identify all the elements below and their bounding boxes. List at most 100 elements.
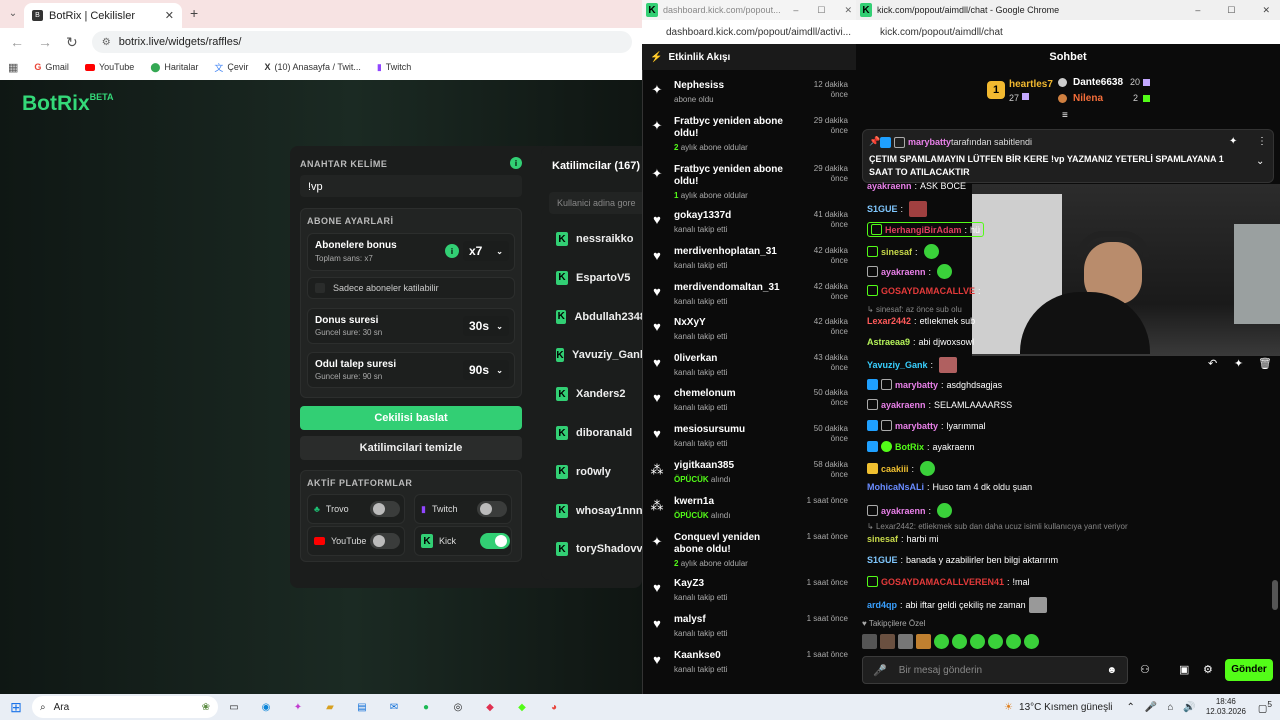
chat-message[interactable]: sinesaf: harbi mi: [867, 534, 939, 544]
mail-icon[interactable]: ✉: [383, 696, 405, 718]
minimize-icon[interactable]: –: [793, 5, 798, 15]
chevron-down-icon[interactable]: ⌄: [1256, 156, 1264, 167]
forward-icon[interactable]: →: [38, 34, 52, 50]
chat-address[interactable]: kick.com/popout/aimdll/chat: [856, 20, 1280, 44]
chat-message[interactable]: ayakraenn:: [867, 264, 953, 279]
activity-event[interactable]: ♥ NxXyY kanalı takip etti 42 dakika önce: [650, 317, 848, 341]
chat-username[interactable]: MohicaNsALi: [867, 482, 924, 492]
site-info-icon[interactable]: ⚙: [102, 37, 111, 48]
app-red-icon[interactable]: ◆: [479, 696, 501, 718]
emoji-icon[interactable]: ☻: [1106, 665, 1117, 676]
store-icon[interactable]: ▣: [1179, 663, 1189, 676]
pin-message-icon[interactable]: ✦: [1234, 357, 1243, 370]
tab-botrix[interactable]: B BotRix | Cekilisler ✕: [24, 3, 182, 28]
chat-message[interactable]: marybatty: lyarımmal: [867, 420, 986, 431]
volume-icon[interactable]: 🔊: [1183, 702, 1195, 713]
chat-scrollbar[interactable]: [1272, 580, 1278, 610]
chat-username[interactable]: BotRix: [895, 442, 924, 452]
back-icon[interactable]: ←: [10, 34, 24, 50]
top-user-2[interactable]: Dante6638: [1073, 77, 1123, 88]
maximize-icon[interactable]: ☐: [1227, 5, 1235, 16]
subs-only-checkbox[interactable]: [315, 283, 325, 293]
chat-username[interactable]: sinesaf: [867, 534, 898, 544]
microphone-icon[interactable]: 🎤: [873, 664, 887, 677]
activity-event[interactable]: ♥ mesiosursumu kanalı takip etti 50 dakika…: [650, 424, 848, 448]
new-tab-icon[interactable]: +: [190, 5, 198, 21]
chat-username[interactable]: HerhangiBirAdam: [885, 225, 962, 235]
chat-message[interactable]: BotRix: ayakraenn: [867, 441, 975, 452]
chat-message[interactable]: ayakraenn: SELAMLAAAARSS: [867, 399, 1012, 410]
activity-event[interactable]: ✦ Fratbyc yeniden abone oldu! 2 aylık abon…: [650, 116, 848, 152]
settings-gear-icon[interactable]: ⚙: [1203, 663, 1213, 676]
keyword-input[interactable]: !vp: [300, 175, 522, 197]
emote-icon[interactable]: [988, 634, 1003, 649]
file-explorer-icon[interactable]: ▰: [319, 696, 341, 718]
chat-username[interactable]: ayakraenn: [881, 506, 926, 516]
chat-username[interactable]: Yavuziy_Gank: [867, 360, 928, 370]
activity-event[interactable]: ♥ chemelonum kanalı takip etti 50 dakika ö…: [650, 388, 848, 412]
chat-message[interactable]: S1GUE: banada y azabilirler ben bilgi akt…: [867, 555, 1058, 565]
top-user-1[interactable]: heartles7: [1009, 79, 1053, 90]
chat-username[interactable]: ayakraenn: [881, 400, 926, 410]
top-user-3[interactable]: Nilena: [1073, 93, 1103, 104]
store-icon[interactable]: ▤: [351, 696, 373, 718]
activity-event[interactable]: ✦ Fratbyc yeniden abone oldu! 1 aylık abon…: [650, 164, 848, 200]
chat-message[interactable]: ard4qp: abi iftar geldi çekiliş ne zaman: [867, 597, 1047, 613]
bookmark-gmail[interactable]: G Gmail: [34, 62, 69, 72]
kick-app-icon[interactable]: ◆: [511, 696, 533, 718]
bookmark-youtube[interactable]: YouTube: [84, 62, 134, 72]
participant-row[interactable]: K EspartoV5: [556, 268, 646, 288]
chat-username[interactable]: GOSAYDAMACALLVEREN41: [881, 577, 1004, 587]
emote-icon[interactable]: [1024, 634, 1039, 649]
chat-message[interactable]: caakiii:: [867, 461, 936, 476]
chrome-icon[interactable]: ◕: [543, 696, 565, 718]
microphone-tray-icon[interactable]: 🎤: [1145, 702, 1157, 713]
activity-event[interactable]: ♥ KayZ3 kanalı takip etti 1 saat önce: [650, 578, 848, 602]
chat-input[interactable]: 🎤 Bir mesaj gönderin ☻: [862, 656, 1128, 684]
info-icon[interactable]: i: [510, 157, 522, 169]
reply-icon[interactable]: ↶: [1208, 357, 1217, 370]
chat-message[interactable]: HerhangiBirAdam: hü: [867, 222, 985, 237]
taskbar-search[interactable]: ⌕ Ara ❀: [32, 696, 218, 718]
chat-username[interactable]: ayakraenn: [867, 181, 912, 191]
activity-event[interactable]: ♥ merdivenhoplatan_31 kanalı takip etti 42…: [650, 246, 848, 270]
chat-message[interactable]: Astraeaa9: abi djwoxsowl: [867, 337, 974, 347]
apps-grid-icon[interactable]: ▦: [8, 61, 18, 74]
edge-icon[interactable]: ◉: [255, 696, 277, 718]
chat-message[interactable]: GOSAYDAMACALLVE:: [867, 285, 984, 296]
pinned-by-user[interactable]: marybatty: [908, 137, 951, 147]
participants-search-input[interactable]: Kullanici adina gore: [549, 192, 642, 214]
activity-event[interactable]: ♥ gokay1337d kanalı takip etti 41 dakika ö…: [650, 210, 848, 234]
emote-icon[interactable]: [898, 634, 913, 649]
kick-toggle[interactable]: [480, 533, 510, 549]
chat-username[interactable]: Astraeaa9: [867, 337, 910, 347]
close-icon[interactable]: ✕: [1262, 5, 1270, 16]
chat-username[interactable]: caakiii: [881, 464, 909, 474]
chat-username[interactable]: ayakraenn: [881, 267, 926, 277]
chat-username[interactable]: marybatty: [895, 421, 938, 431]
emote-icon[interactable]: [952, 634, 967, 649]
emote-icon[interactable]: [916, 634, 931, 649]
send-button[interactable]: Gönder: [1225, 659, 1273, 681]
emote-icon[interactable]: [970, 634, 985, 649]
bookmark-x[interactable]: X (10) Anasayfa / Twit...: [264, 62, 360, 72]
duration-select[interactable]: 30s ⌄: [463, 316, 509, 336]
emote-icon[interactable]: [1006, 634, 1021, 649]
users-icon[interactable]: ⚇: [1140, 663, 1150, 676]
minimize-icon[interactable]: –: [1195, 5, 1200, 15]
chat-username[interactable]: GOSAYDAMACALLVE: [881, 286, 975, 296]
activity-event[interactable]: ♥ malysf kanalı takip etti 1 saat önce: [650, 614, 848, 638]
participant-row[interactable]: Knessraikko: [556, 229, 646, 249]
bookmark-twitch[interactable]: ▮ Twitch: [377, 62, 411, 73]
copilot-icon[interactable]: ✦: [287, 696, 309, 718]
task-view-icon[interactable]: ▭: [223, 696, 245, 718]
address-bar[interactable]: ⚙ botrix.live/widgets/raffles/: [91, 31, 632, 53]
participant-row[interactable]: K Yavuziy_Gank: [556, 345, 646, 365]
network-icon[interactable]: ⌂: [1167, 702, 1173, 713]
tab-search-icon[interactable]: ⌄: [6, 6, 20, 20]
chat-username[interactable]: ard4qp: [867, 600, 897, 610]
tab-close-icon[interactable]: ✕: [165, 9, 174, 22]
reload-icon[interactable]: ↻: [66, 34, 78, 51]
more-options-icon[interactable]: ⋮: [1257, 136, 1267, 147]
emote-icon[interactable]: [880, 634, 895, 649]
